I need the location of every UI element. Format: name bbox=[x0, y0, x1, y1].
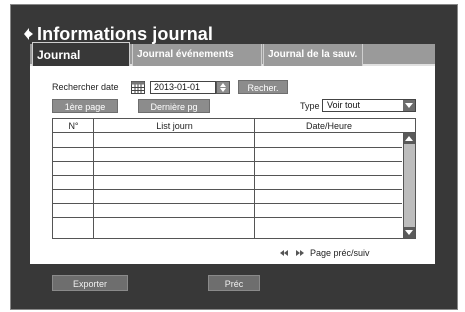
table-row bbox=[53, 189, 402, 190]
spin-up-icon[interactable] bbox=[220, 83, 226, 87]
table-scrollbar[interactable] bbox=[403, 133, 415, 238]
table-header: N° List journ Date/Heure bbox=[53, 119, 415, 133]
pager-label: Page préc/suiv bbox=[310, 248, 370, 258]
date-spinner[interactable] bbox=[216, 81, 230, 94]
previous-button[interactable]: Préc bbox=[208, 275, 260, 291]
scroll-down-icon[interactable] bbox=[404, 227, 415, 238]
last-page-button[interactable]: Dernière pg bbox=[138, 99, 210, 113]
table-row bbox=[53, 147, 402, 148]
table-row bbox=[53, 217, 402, 218]
log-panel: Rechercher date 2013-01-01 Recher. 1ère … bbox=[30, 66, 435, 264]
calendar-icon[interactable] bbox=[131, 81, 145, 94]
column-log-list: List journ bbox=[156, 121, 193, 131]
tab-bar: Journal système Journal événements Journ… bbox=[30, 42, 435, 86]
tab-journal-evenements[interactable]: Journal événements bbox=[132, 44, 262, 66]
table-row bbox=[53, 161, 402, 162]
log-table: N° List journ Date/Heure bbox=[52, 118, 416, 239]
table-row bbox=[53, 203, 402, 204]
column-number: N° bbox=[68, 121, 79, 131]
page-prev-next-icon[interactable] bbox=[280, 249, 304, 257]
column-divider bbox=[93, 119, 94, 238]
first-page-button[interactable]: 1ère page bbox=[52, 99, 118, 113]
column-date-time: Date/Heure bbox=[305, 121, 353, 131]
diamond-arrows-icon bbox=[24, 28, 33, 40]
type-label: Type bbox=[300, 101, 320, 111]
type-select-value: Voir tout bbox=[327, 100, 361, 110]
chevron-down-icon[interactable] bbox=[403, 100, 415, 111]
search-date-label: Rechercher date bbox=[52, 82, 119, 92]
export-button[interactable]: Exporter bbox=[52, 275, 128, 291]
scroll-up-icon[interactable] bbox=[404, 133, 415, 144]
table-row bbox=[53, 175, 402, 176]
search-date-field[interactable]: 2013-01-01 bbox=[150, 81, 216, 94]
column-divider bbox=[254, 119, 255, 238]
spin-down-icon[interactable] bbox=[220, 88, 226, 92]
type-select[interactable]: Voir tout bbox=[322, 99, 416, 112]
tab-journal-systeme[interactable]: Journal système bbox=[32, 42, 130, 86]
search-button[interactable]: Recher. bbox=[238, 80, 288, 94]
tab-journal-sauvegarde[interactable]: Journal de la sauv. bbox=[263, 44, 363, 66]
